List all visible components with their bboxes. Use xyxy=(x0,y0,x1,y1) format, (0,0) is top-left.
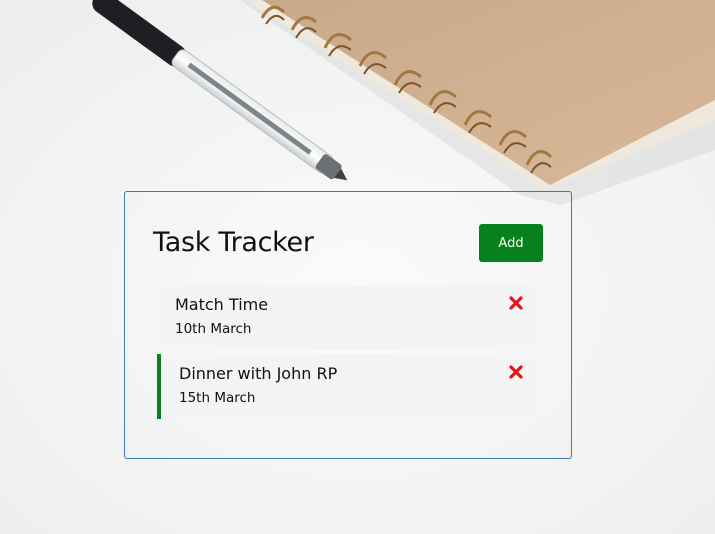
task-tracker-card: Task Tracker Add Match Time 10th March D… xyxy=(124,191,572,459)
close-icon[interactable] xyxy=(508,364,524,380)
task-item[interactable]: Match Time 10th March xyxy=(157,285,542,350)
card-header: Task Tracker Add xyxy=(153,224,543,262)
task-item-reminder[interactable]: Dinner with John RP 15th March xyxy=(157,354,542,419)
task-name: Dinner with John RP xyxy=(179,364,338,383)
task-date: 15th March xyxy=(179,390,256,406)
add-task-button[interactable]: Add xyxy=(479,224,543,262)
page-title: Task Tracker xyxy=(153,227,314,258)
close-icon[interactable] xyxy=(508,295,524,311)
task-date: 10th March xyxy=(175,321,252,337)
task-name: Match Time xyxy=(175,295,269,314)
